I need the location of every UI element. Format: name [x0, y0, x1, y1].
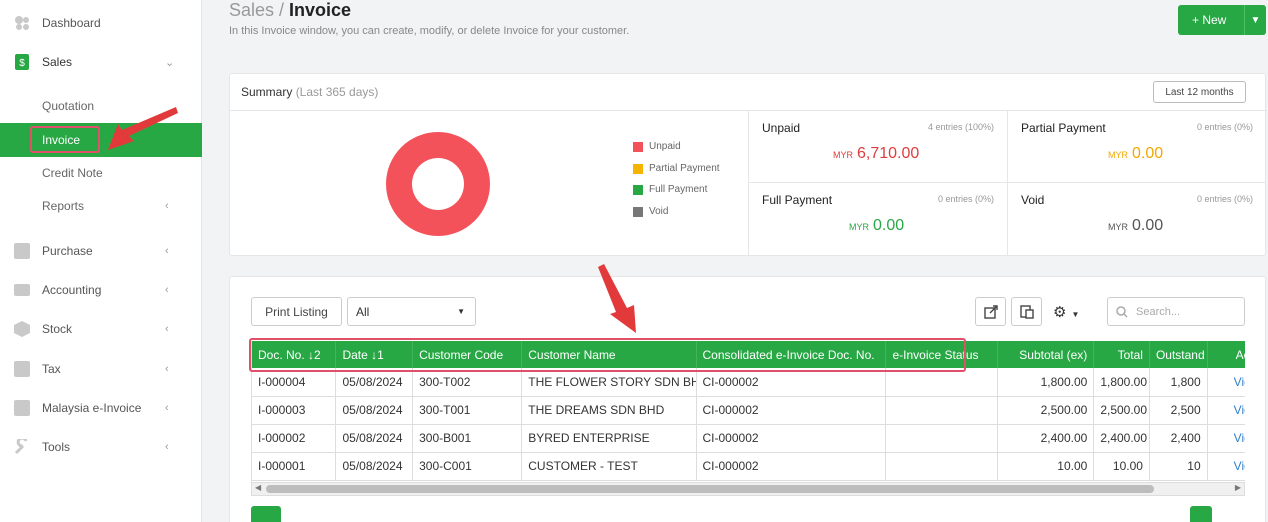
annotation-arrow-sidebar [108, 107, 178, 150]
annotation-arrow-table [598, 264, 636, 333]
annotation-arrows [108, 107, 636, 333]
page-size-active[interactable] [251, 506, 281, 522]
current-page-button[interactable] [1190, 506, 1212, 522]
